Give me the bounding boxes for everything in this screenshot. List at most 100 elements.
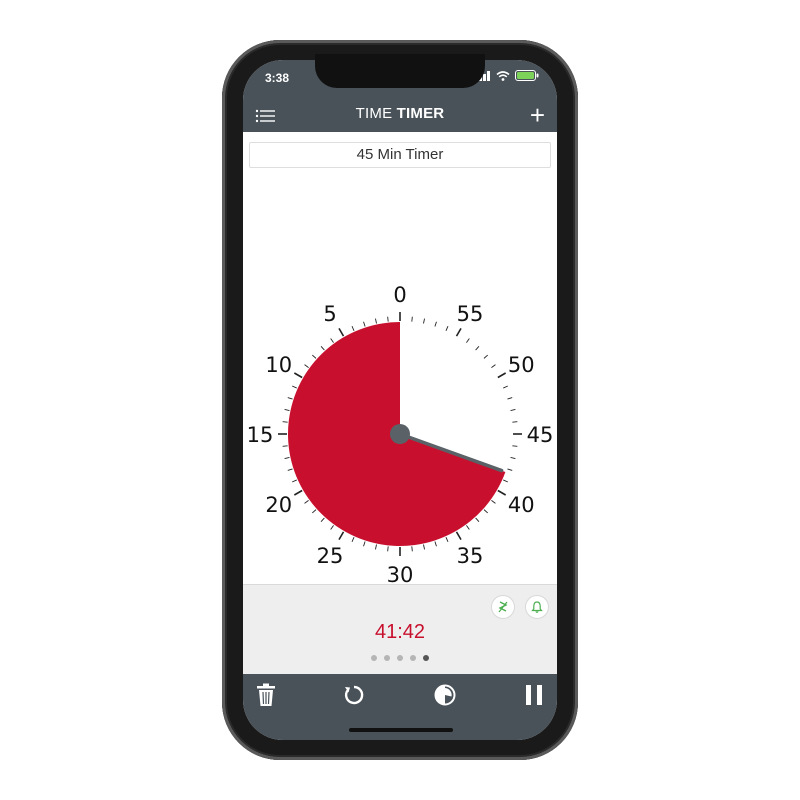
minor-tick — [483, 509, 488, 514]
minor-tick — [503, 479, 508, 483]
status-time: 3:38 — [265, 71, 290, 85]
minor-tick — [423, 544, 425, 550]
minor-tick — [434, 541, 437, 547]
major-tick — [293, 372, 303, 379]
page-dot[interactable] — [397, 655, 403, 661]
minor-tick — [287, 468, 293, 471]
reset-button[interactable] — [339, 680, 369, 710]
major-tick — [293, 489, 303, 496]
minor-tick — [330, 525, 334, 530]
minor-tick — [466, 525, 470, 530]
dial-center-knob[interactable] — [390, 424, 410, 444]
dial-label-5: 5 — [323, 302, 336, 326]
color-theme-icon — [434, 684, 456, 706]
wifi-icon — [496, 70, 510, 81]
page-dot[interactable] — [371, 655, 377, 661]
pause-button[interactable] — [519, 680, 549, 710]
vibration-toggle-button[interactable] — [491, 595, 515, 619]
app-title-light: TIME — [355, 105, 393, 122]
minor-tick — [292, 385, 297, 389]
battery-icon — [515, 70, 539, 81]
minor-tick — [351, 537, 355, 542]
page-dot[interactable] — [423, 655, 429, 661]
phone-notch — [315, 54, 485, 88]
minor-tick — [411, 316, 413, 322]
major-tick — [497, 372, 507, 379]
minor-tick — [312, 354, 317, 359]
timer-info-panel: 41:42 — [243, 584, 557, 675]
page-dot[interactable] — [410, 655, 416, 661]
delete-button[interactable] — [251, 680, 281, 710]
minor-tick — [375, 318, 377, 324]
minor-tick — [507, 468, 513, 471]
minor-tick — [284, 409, 290, 411]
minor-tick — [491, 500, 496, 504]
reset-icon — [344, 685, 364, 705]
minor-tick — [507, 397, 513, 400]
dial-label-35: 35 — [457, 544, 484, 568]
minor-tick — [320, 346, 325, 351]
app-title: TIME TIMER — [243, 105, 557, 122]
minor-tick — [466, 338, 470, 343]
remaining-time-readout: 41:42 — [374, 621, 426, 643]
minor-tick — [434, 321, 437, 327]
trash-icon — [257, 683, 275, 706]
major-tick — [455, 327, 462, 337]
minor-tick — [503, 385, 508, 389]
app-title-bold: TIMER — [396, 105, 445, 122]
minor-tick — [282, 421, 288, 423]
color-theme-button[interactable] — [430, 680, 460, 710]
minor-tick — [445, 326, 449, 331]
minor-tick — [292, 479, 297, 483]
minor-tick — [287, 397, 293, 400]
dial-label-20: 20 — [265, 493, 292, 517]
minor-tick — [330, 338, 334, 343]
status-icons — [475, 70, 539, 81]
timer-name-field[interactable]: 45 Min Timer — [249, 142, 551, 168]
major-tick — [497, 489, 507, 496]
bell-icon — [531, 601, 543, 613]
timer-dial[interactable]: 0510152025303540455055 — [243, 170, 557, 590]
minor-tick — [320, 517, 325, 522]
minor-tick — [387, 316, 389, 322]
minor-tick — [282, 445, 288, 447]
minor-tick — [363, 541, 366, 547]
dial-label-10: 10 — [265, 353, 292, 377]
minor-tick — [475, 517, 480, 522]
minor-tick — [304, 364, 309, 368]
add-timer-button[interactable]: + — [530, 102, 545, 128]
minor-tick — [387, 546, 389, 552]
minor-tick — [510, 457, 516, 459]
dial-label-25: 25 — [317, 544, 344, 568]
page-dot[interactable] — [384, 655, 390, 661]
minor-tick — [475, 346, 480, 351]
minor-tick — [375, 544, 377, 550]
vibration-icon — [498, 601, 508, 613]
major-tick — [338, 531, 345, 541]
minor-tick — [351, 326, 355, 331]
minor-tick — [363, 321, 366, 327]
dial-label-15: 15 — [247, 423, 274, 447]
page-indicator — [243, 655, 557, 661]
minor-tick — [512, 421, 518, 423]
major-tick — [455, 531, 462, 541]
minor-tick — [510, 409, 516, 411]
minor-tick — [312, 509, 317, 514]
minor-tick — [304, 500, 309, 504]
dial-label-45: 45 — [527, 423, 554, 447]
dial-label-55: 55 — [457, 302, 484, 326]
alarm-toggle-button[interactable] — [525, 595, 549, 619]
minor-tick — [483, 354, 488, 359]
dial-label-50: 50 — [508, 353, 535, 377]
minor-tick — [445, 537, 449, 542]
home-indicator — [349, 728, 453, 732]
navigation-bar: TIME TIMER + — [243, 100, 557, 132]
dial-label-40: 40 — [508, 493, 535, 517]
minor-tick — [423, 318, 425, 324]
dial-label-0: 0 — [393, 283, 406, 307]
major-tick — [338, 327, 345, 337]
minor-tick — [411, 546, 413, 552]
minor-tick — [512, 445, 518, 447]
pause-icon — [526, 685, 542, 705]
minor-tick — [284, 457, 290, 459]
